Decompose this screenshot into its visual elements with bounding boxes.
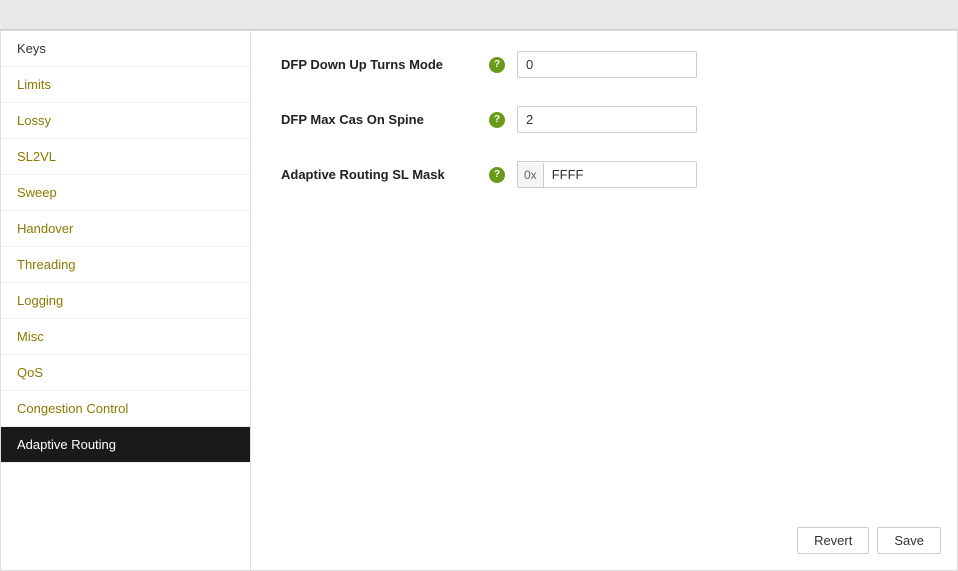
field-input-2[interactable] [544,162,697,187]
footer-buttons: Revert Save [797,527,941,554]
top-bar [0,0,958,30]
field-input-0[interactable] [517,51,697,78]
sidebar-item-congestion-control[interactable]: Congestion Control [1,391,250,427]
content-area: DFP Down Up Turns Mode?DFP Max Cas On Sp… [251,31,957,570]
form-row-1: DFP Max Cas On Spine? [281,106,927,133]
sidebar-item-sweep[interactable]: Sweep [1,175,250,211]
form-row-0: DFP Down Up Turns Mode? [281,51,927,78]
help-icon-2[interactable]: ? [489,167,505,183]
sidebar-item-lossy[interactable]: Lossy [1,103,250,139]
sidebar-item-qos[interactable]: QoS [1,355,250,391]
input-prefix-2: 0x [518,163,544,187]
save-button[interactable]: Save [877,527,941,554]
main-container: KeysLimitsLossySL2VLSweepHandoverThreadi… [0,30,958,571]
sidebar-item-misc[interactable]: Misc [1,319,250,355]
sidebar: KeysLimitsLossySL2VLSweepHandoverThreadi… [1,31,251,570]
sidebar-item-threading[interactable]: Threading [1,247,250,283]
field-input-1[interactable] [517,106,697,133]
sidebar-item-limits[interactable]: Limits [1,67,250,103]
help-icon-1[interactable]: ? [489,112,505,128]
sidebar-item-keys[interactable]: Keys [1,31,250,67]
sidebar-item-handover[interactable]: Handover [1,211,250,247]
input-wrapper-2: 0x [517,161,697,188]
help-icon-0[interactable]: ? [489,57,505,73]
field-label-2: Adaptive Routing SL Mask [281,167,481,182]
field-label-0: DFP Down Up Turns Mode [281,57,481,72]
field-label-1: DFP Max Cas On Spine [281,112,481,127]
sidebar-item-logging[interactable]: Logging [1,283,250,319]
form-row-2: Adaptive Routing SL Mask? 0x [281,161,927,188]
revert-button[interactable]: Revert [797,527,869,554]
sidebar-item-sl2vl[interactable]: SL2VL [1,139,250,175]
sidebar-item-adaptive-routing[interactable]: Adaptive Routing [1,427,250,463]
